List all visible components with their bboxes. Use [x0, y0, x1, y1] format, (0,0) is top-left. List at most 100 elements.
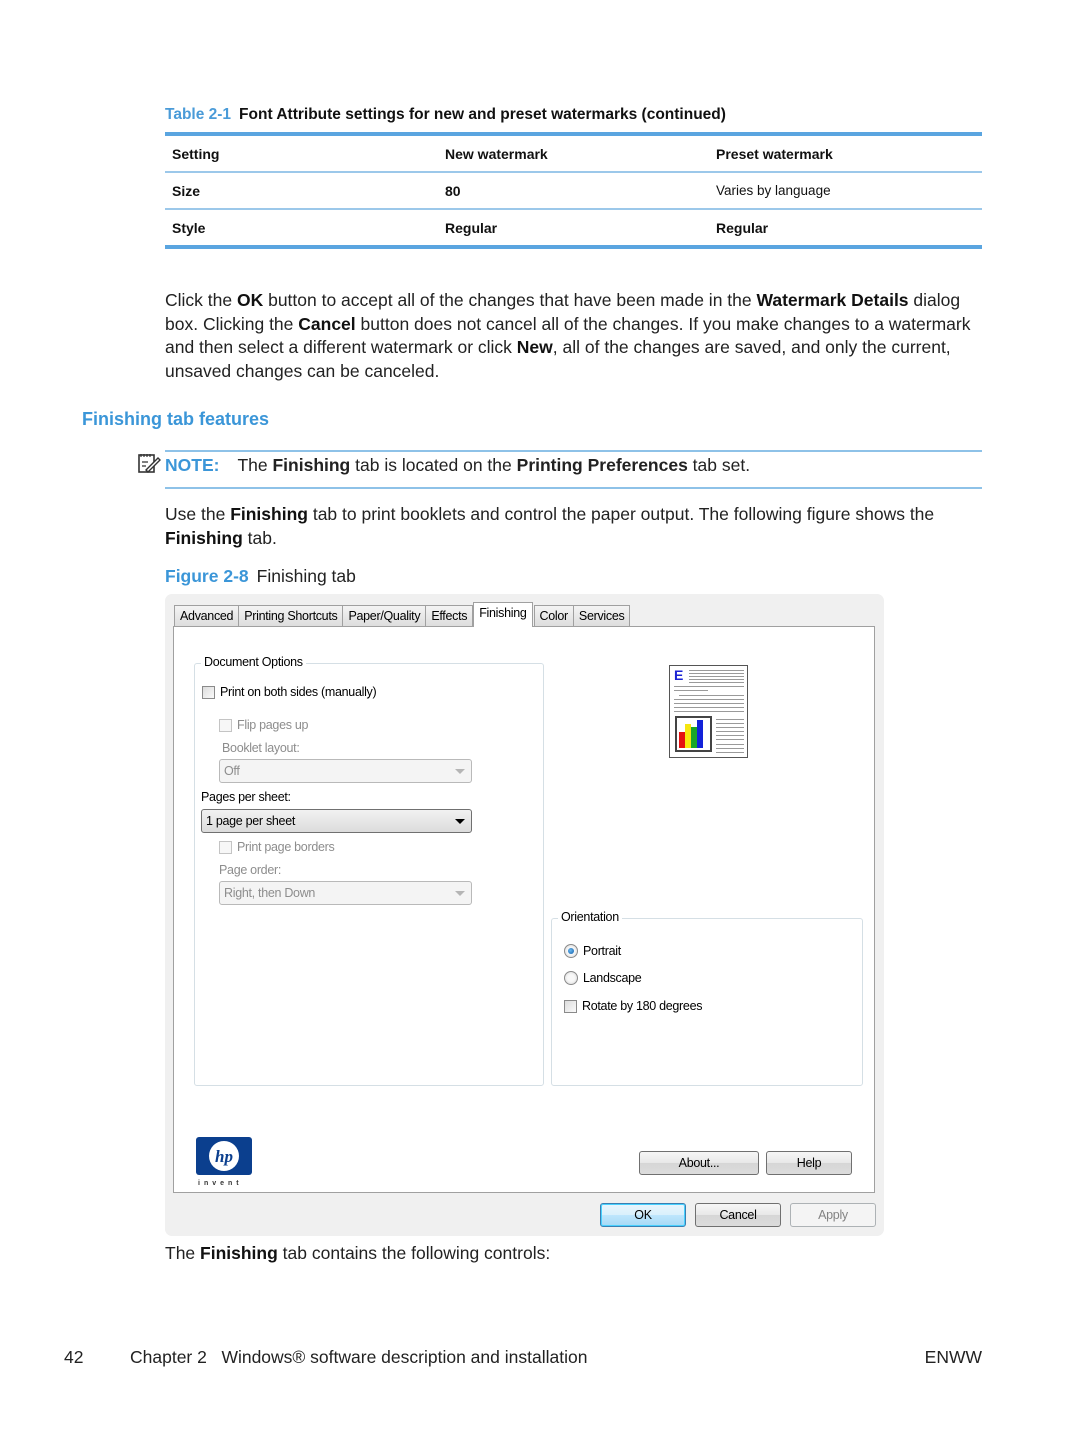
note-text: The Finishing tab is located on the Prin… — [237, 455, 750, 476]
cell-preset-watermark: Regular — [716, 219, 769, 236]
note-label: NOTE: — [165, 455, 220, 475]
pages-per-sheet-label: Pages per sheet: — [201, 790, 291, 804]
cancel-button[interactable]: Cancel — [695, 1203, 781, 1227]
pages-per-sheet-dropdown[interactable]: 1 page per sheet — [201, 809, 472, 833]
bold-term: Printing Preferences — [516, 455, 688, 475]
cell-setting: Size — [172, 182, 201, 199]
note: NOTE: The Finishing tab is located on th… — [137, 451, 750, 480]
text: The — [237, 455, 273, 475]
tab-printing-shortcuts[interactable]: Printing Shortcuts — [238, 605, 344, 627]
hp-logo: hp — [196, 1137, 252, 1175]
text: tab is located on the — [350, 455, 517, 475]
text: button to accept all of the changes that… — [263, 290, 757, 310]
chevron-down-icon — [455, 769, 465, 774]
section-title: Finishing tab features — [82, 409, 270, 429]
figure-number: Figure 2-8 — [165, 566, 249, 586]
tab-services[interactable]: Services — [572, 605, 631, 627]
flip-pages-up-label: Flip pages up — [237, 718, 309, 732]
text: tab. — [242, 527, 277, 548]
radio-selected[interactable] — [564, 944, 578, 958]
portrait-radio[interactable]: Portrait — [564, 944, 621, 958]
ok-button[interactable]: OK — [600, 1203, 686, 1227]
text: tab contains the following controls: — [277, 1243, 551, 1263]
table-caption: Table 2-1 Font Attribute settings for new… — [165, 106, 726, 124]
tab-color[interactable]: Color — [533, 605, 574, 627]
table-number: Table 2-1 — [165, 106, 232, 123]
checkbox-box[interactable] — [564, 999, 577, 1013]
text: Use the — [165, 504, 231, 524]
cell-new-watermark: 80 — [445, 182, 461, 199]
print-both-sides-checkbox[interactable]: Print on both sides (manually) — [202, 685, 377, 699]
bold-term: Finishing — [200, 1243, 278, 1263]
checkbox-box[interactable] — [219, 840, 232, 854]
landscape-label: Landscape — [583, 971, 642, 985]
orientation-group: Orientation Portrait Landscape Rotate by… — [551, 910, 863, 1086]
ok-cancel-paragraph: Click the OK button to accept all of the… — [165, 289, 985, 383]
radio-unselected[interactable] — [564, 971, 578, 985]
bold-term: Finishing — [165, 527, 243, 548]
booklet-layout-label: Booklet layout: — [222, 741, 300, 755]
chevron-down-icon — [455, 819, 465, 824]
print-both-sides-label: Print on both sides (manually) — [220, 685, 377, 699]
page-order-dropdown[interactable]: Right, then Down — [219, 881, 472, 905]
locale-code: ENWW — [924, 1347, 982, 1367]
figure-title: Finishing tab — [256, 566, 356, 586]
chevron-down-icon — [455, 891, 465, 896]
controls-intro-paragraph: The Finishing tab contains the following… — [165, 1242, 985, 1266]
orientation-title: Orientation — [558, 910, 622, 924]
tab-effects[interactable]: Effects — [425, 605, 474, 627]
cell-new-watermark: Regular — [445, 219, 498, 236]
booklet-layout-dropdown[interactable]: Off — [219, 759, 472, 783]
cell-preset-watermark: Varies by language — [716, 183, 831, 198]
document-preview-image: E — [669, 665, 748, 758]
flip-pages-up-checkbox[interactable]: Flip pages up — [219, 718, 308, 732]
booklet-layout-value: Off — [224, 764, 240, 778]
tab-advanced[interactable]: Advanced — [174, 605, 240, 627]
hp-tagline: invent — [198, 1180, 243, 1187]
table-bottom-rule — [165, 245, 982, 249]
text: tab set. — [687, 455, 751, 475]
document-options-title: Document Options — [201, 655, 306, 669]
figure-caption: Figure 2-8 Finishing tab — [165, 566, 356, 587]
portrait-label: Portrait — [583, 944, 621, 958]
cell-setting: Style — [172, 219, 206, 236]
table-title: Font Attribute settings for new and pres… — [239, 106, 726, 123]
page-footer: 42 Chapter 2 Windows® software descripti… — [64, 1347, 982, 1368]
print-page-borders-label: Print page borders — [237, 840, 335, 854]
finishing-intro-paragraph: Use the Finishing tab to print booklets … — [165, 503, 985, 550]
bold-term: New — [516, 337, 553, 357]
apply-button[interactable]: Apply — [790, 1203, 876, 1227]
table-row: Style Regular Regular — [165, 210, 982, 245]
chapter-title: Chapter 2 Windows® software description … — [130, 1347, 588, 1367]
print-page-borders-checkbox[interactable]: Print page borders — [219, 840, 335, 854]
about-button[interactable]: About... — [639, 1151, 759, 1175]
page-order-label: Page order: — [219, 863, 282, 877]
bold-term: Cancel — [298, 313, 356, 334]
help-button[interactable]: Help — [766, 1151, 852, 1175]
bold-term: OK — [236, 290, 264, 310]
note-pencil-icon — [137, 451, 161, 480]
text: Click the — [165, 290, 237, 310]
bold-term: Watermark Details — [756, 290, 909, 310]
text: The — [165, 1243, 201, 1263]
header-preset-watermark: Preset watermark — [716, 145, 833, 162]
tab-paper-quality[interactable]: Paper/Quality — [342, 605, 427, 627]
table-header-row: Setting New watermark Preset watermark — [165, 136, 982, 171]
bold-term: Finishing — [230, 504, 308, 524]
header-new-watermark: New watermark — [445, 145, 548, 162]
checkbox-box[interactable] — [202, 685, 215, 699]
printing-preferences-dialog: Advanced Printing Shortcuts Paper/Qualit… — [165, 594, 884, 1236]
finishing-panel: Document Options Print on both sides (ma… — [173, 626, 875, 1193]
landscape-radio[interactable]: Landscape — [564, 971, 642, 985]
watermark-font-table: Setting New watermark Preset watermark S… — [165, 132, 982, 249]
hp-logo-text: hp — [215, 1147, 233, 1166]
tab-finishing[interactable]: Finishing — [473, 602, 533, 627]
page-order-value: Right, then Down — [224, 886, 316, 900]
checkbox-box[interactable] — [219, 718, 232, 732]
preview-letter: E — [674, 667, 684, 683]
document-options-group: Document Options Print on both sides (ma… — [194, 655, 544, 1086]
header-setting: Setting — [172, 145, 220, 162]
tab-strip: Advanced Printing Shortcuts Paper/Qualit… — [174, 602, 631, 627]
rotate-180-checkbox[interactable]: Rotate by 180 degrees — [564, 999, 702, 1013]
pages-per-sheet-value: 1 page per sheet — [206, 814, 296, 828]
